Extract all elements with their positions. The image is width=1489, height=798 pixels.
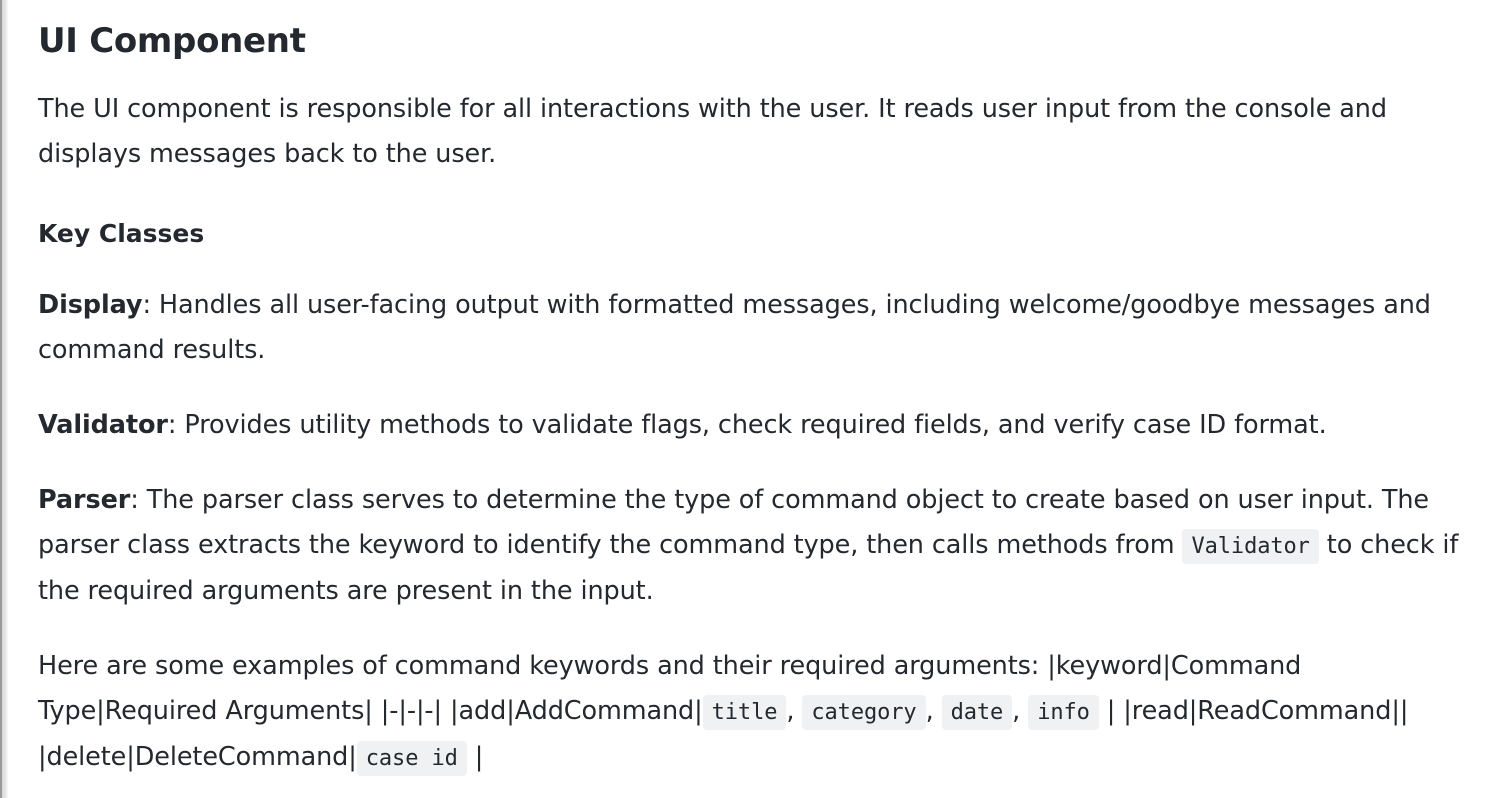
parser-class-name: Parser xyxy=(38,485,131,515)
key-classes-heading: Key Classes xyxy=(38,219,205,248)
code-case-id: case id xyxy=(356,741,467,776)
separator-1: , xyxy=(786,696,803,726)
examples-paragraph: Here are some examples of command keywor… xyxy=(38,644,1468,781)
code-date: date xyxy=(941,695,1013,730)
validator-code: Validator xyxy=(1182,529,1319,564)
separator-2: , xyxy=(925,696,942,726)
section-heading: UI Component xyxy=(38,21,306,61)
intro-paragraph: The UI component is responsible for all … xyxy=(38,94,1387,169)
code-title: title xyxy=(702,695,787,730)
validator-description: : Provides utility methods to validate f… xyxy=(167,410,1327,440)
validator-paragraph: Validator: Provides utility methods to v… xyxy=(38,403,1468,448)
parser-paragraph: Parser: The parser class serves to deter… xyxy=(38,478,1468,614)
code-category: category xyxy=(802,695,926,730)
left-border xyxy=(0,0,8,798)
examples-text-end: | xyxy=(466,742,484,772)
display-paragraph: Display: Handles all user-facing output … xyxy=(38,283,1468,373)
display-class-name: Display xyxy=(38,290,143,320)
code-info: info xyxy=(1028,695,1099,730)
document-content: UI Component The UI component is respons… xyxy=(38,0,1468,781)
display-description: : Handles all user-facing output with fo… xyxy=(38,290,1431,365)
separator-3: , xyxy=(1012,696,1029,726)
validator-class-name: Validator xyxy=(38,410,168,440)
